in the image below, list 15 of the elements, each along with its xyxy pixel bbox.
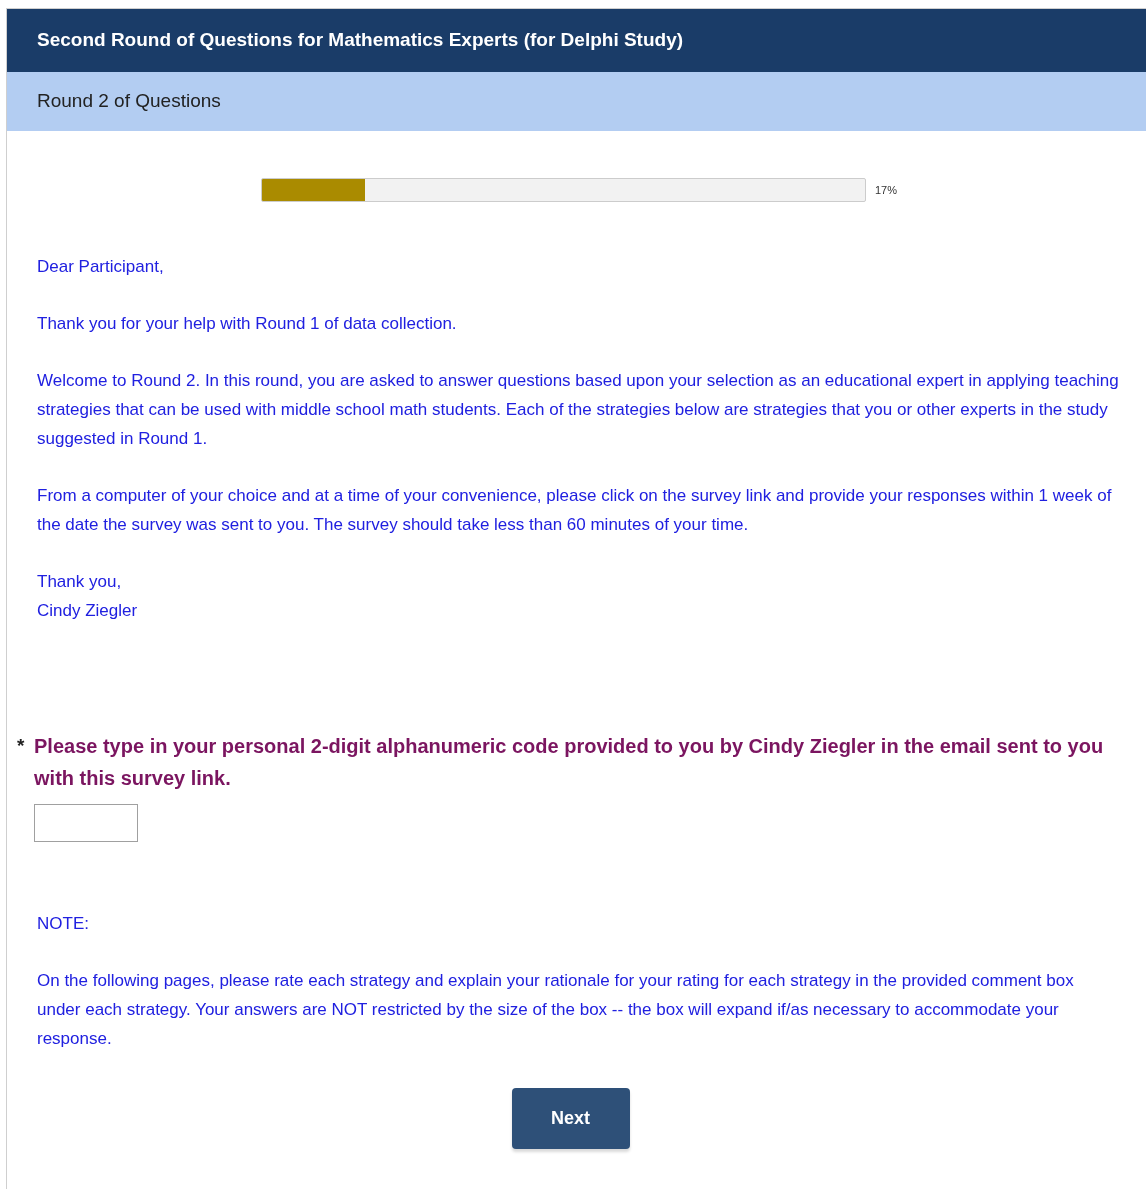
next-button[interactable]: Next xyxy=(511,1088,630,1149)
page-title: Round 2 of Questions xyxy=(37,89,221,114)
message-text: Thank you for your help with Round 1 of data collection. xyxy=(37,313,458,335)
progress-label: 17% xyxy=(875,182,898,198)
note-label: NOTE: xyxy=(37,913,90,935)
question-text: Please type in your personal 2-digit alphanumeric code provided to you by Cindy Ziegler in the email sent to you with this survey link. xyxy=(34,734,1105,791)
message-text: Dear Participant, xyxy=(37,256,165,278)
message-text: Welcome to Round 2. In this round, you are asked to answer questions based upon your selection as an educational expert in applying teaching strategies that can be used with middle school math students. Each of the strategies below are strategies that you or other experts in the study suggested in Round 1. xyxy=(37,370,1120,450)
message-text: Cindy Ziegler xyxy=(37,600,139,622)
message-text: Thank you, xyxy=(37,571,123,593)
message-text: From a computer of your choice and at a time of your convenience, please click on the survey link and provide your responses within 1 week of the date the survey was sent to you. The survey should take less than 60 minutes of your time. xyxy=(37,485,1113,536)
survey-title: Second Round of Questions for Mathematics Experts (for Delphi Study) xyxy=(37,28,684,53)
code-input-field[interactable] xyxy=(34,804,138,842)
note-text: On the following pages, please rate each strategy and explain your rationale for your rating for each strategy in the provided comment box under each strategy. Your answers are NOT restricted by the size of the box -- the box will expand if/as necessary to accommodate your response. xyxy=(37,970,1075,1050)
required-marker: * xyxy=(17,734,26,758)
